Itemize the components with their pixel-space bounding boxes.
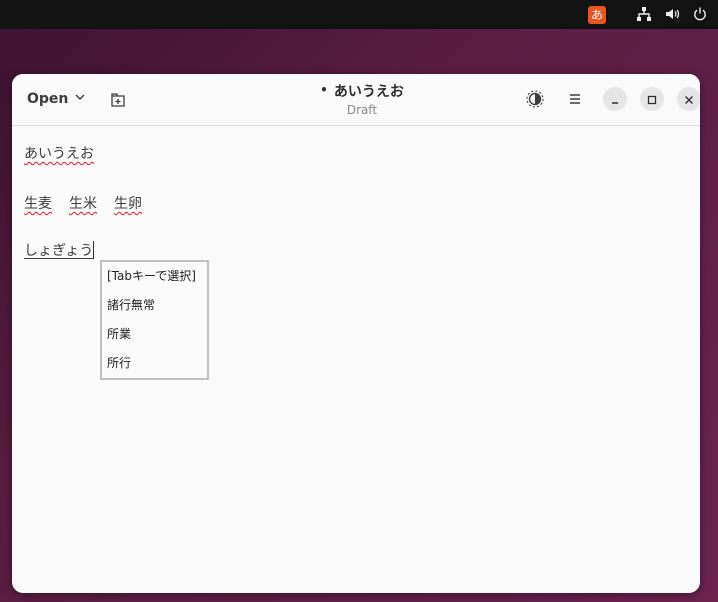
window-title-area: • あいうえお Draft — [212, 81, 512, 118]
modified-indicator: • — [320, 83, 328, 97]
ime-candidate-item[interactable]: 諸行無常 — [102, 291, 207, 320]
misspelled-word[interactable]: 生卵 — [114, 196, 142, 212]
chevron-down-icon — [74, 91, 86, 107]
volume-icon[interactable] — [664, 6, 680, 26]
editor-line-1: あいうえお — [24, 143, 94, 163]
new-tab-icon[interactable] — [110, 92, 126, 112]
misspelled-word[interactable]: あいうえお — [24, 146, 94, 162]
maximize-button[interactable] — [640, 87, 664, 111]
open-button[interactable]: Open — [20, 85, 93, 113]
misspelled-word[interactable]: 生米 — [69, 196, 97, 212]
misspelled-word[interactable]: 生麦 — [24, 196, 52, 212]
ime-candidate-header: [Tabキーで選択] — [107, 269, 196, 283]
maximize-icon — [647, 90, 657, 109]
text-editor-window: Open • あいうえお Draft あいうえお 生麦 生米 生卵 しょぎょう … — [12, 74, 700, 593]
open-button-label: Open — [27, 91, 69, 107]
text-editor-area[interactable]: あいうえお 生麦 生米 生卵 しょぎょう [Tabキーで選択] 諸行無常 所業 所行 — [12, 126, 700, 593]
input-method-indicator[interactable]: あ — [588, 6, 606, 24]
style-scheme-icon[interactable] — [526, 90, 544, 112]
minimize-icon — [610, 90, 620, 109]
hamburger-menu-icon[interactable] — [567, 91, 583, 111]
editor-line-2: 生麦 生米 生卵 — [24, 193, 142, 213]
close-icon — [684, 90, 694, 109]
minimize-button[interactable] — [603, 87, 627, 111]
network-icon[interactable] — [636, 6, 652, 26]
ime-candidate-item[interactable]: 所業 — [102, 320, 207, 349]
ime-preedit-text: しょぎょう — [24, 243, 94, 259]
document-title-text: あいうえお — [333, 84, 404, 100]
document-subtitle: Draft — [346, 103, 378, 117]
close-button[interactable] — [677, 87, 700, 111]
editor-line-3: しょぎょう — [24, 240, 95, 260]
top-bar: あ — [0, 0, 718, 29]
header-bar: Open • あいうえお Draft — [12, 74, 700, 126]
ime-candidate-item[interactable]: 所行 — [102, 349, 207, 378]
ime-candidate-window: [Tabキーで選択] 諸行無常 所業 所行 — [100, 260, 209, 380]
document-title: • あいうえお — [212, 81, 512, 101]
power-icon[interactable] — [692, 6, 708, 26]
text-cursor — [93, 241, 95, 259]
